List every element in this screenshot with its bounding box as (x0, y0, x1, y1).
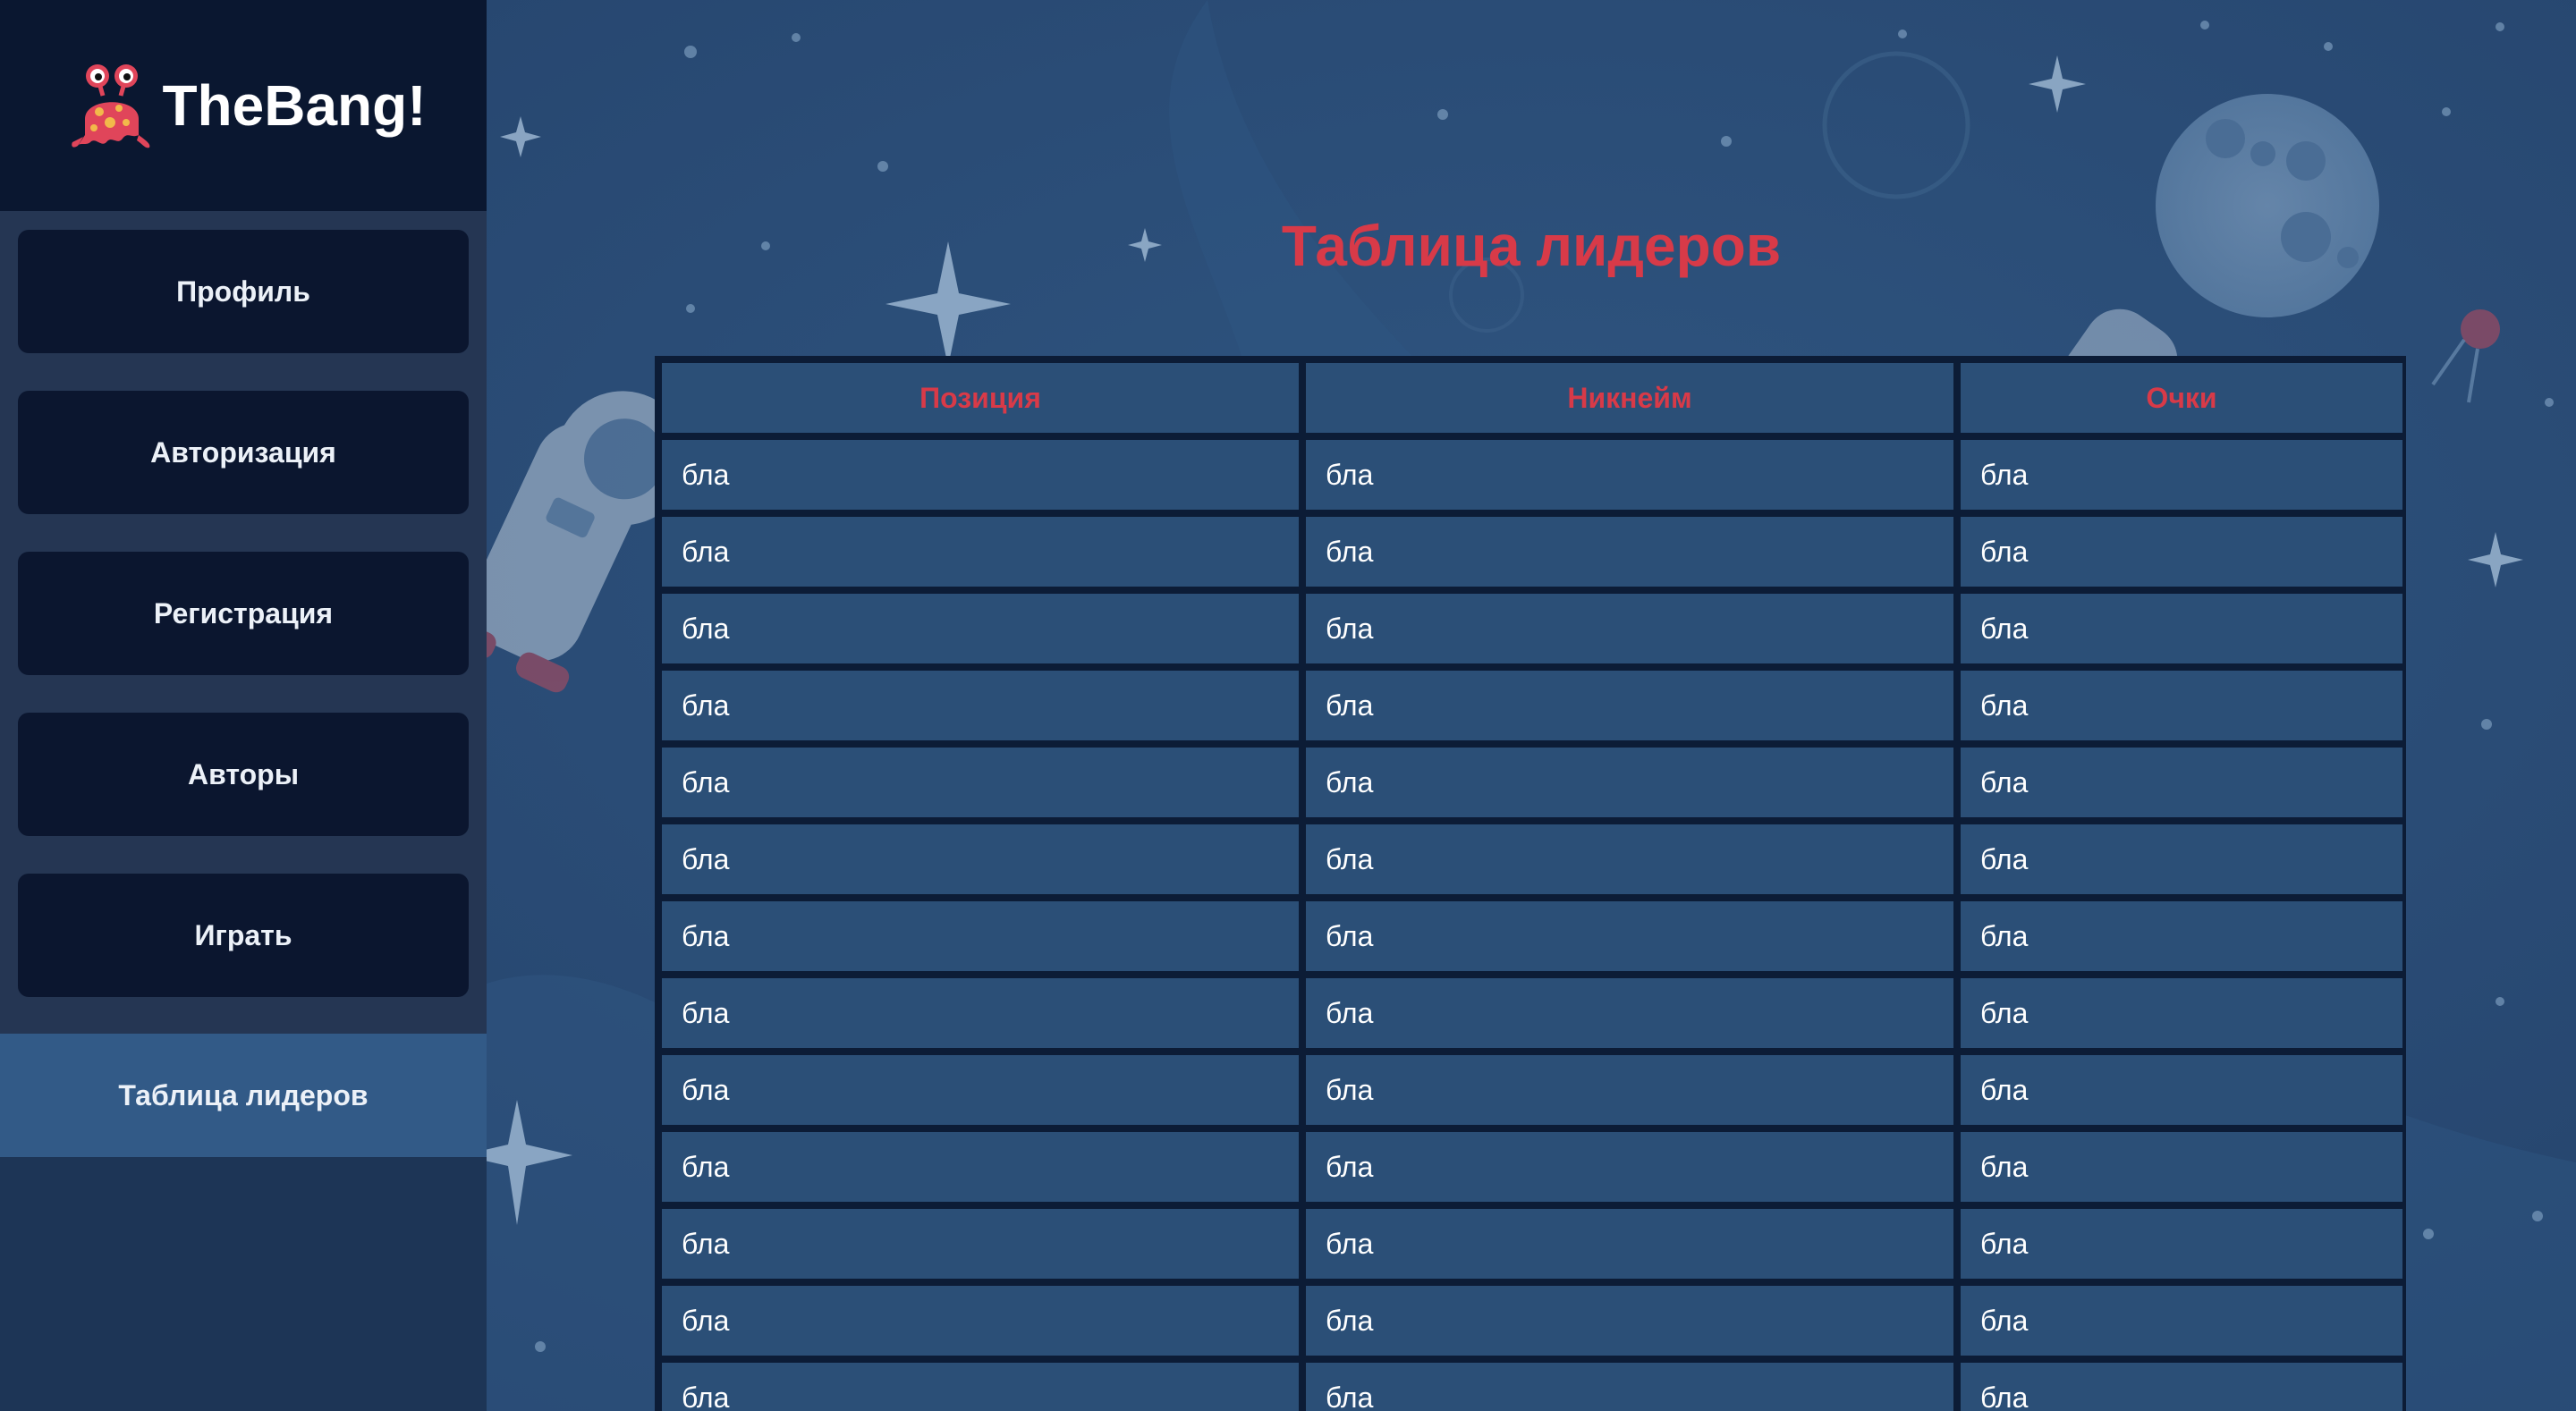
table-row: бла бла бла (662, 824, 2402, 894)
cell-score: бла (1961, 901, 2402, 971)
nav-login-label: Авторизация (150, 435, 336, 469)
cell-nickname: бла (1306, 1055, 1953, 1125)
cell-score: бла (1961, 594, 2402, 663)
alien-monster-icon (72, 64, 150, 148)
nav-profile-button[interactable]: Профиль (18, 230, 469, 353)
cell-score: бла (1961, 517, 2402, 587)
nav-profile-label: Профиль (176, 275, 310, 308)
nav-authors-button[interactable]: Авторы (18, 713, 469, 836)
app-name: TheBang! (162, 73, 427, 138)
nav-play-label: Играть (194, 918, 292, 951)
cell-position: бла (662, 517, 1299, 587)
cell-position: бла (662, 901, 1299, 971)
cell-score: бла (1961, 1132, 2402, 1202)
cell-position: бла (662, 978, 1299, 1048)
cell-score: бла (1961, 748, 2402, 817)
logo-bar: TheBang! (0, 0, 487, 211)
cell-score: бла (1961, 824, 2402, 894)
sidebar: TheBang! Профиль Авторизация Регистрация… (0, 0, 487, 1411)
cell-position: бла (662, 1132, 1299, 1202)
table-row: бла бла бла (662, 440, 2402, 510)
table-row: бла бла бла (662, 1132, 2402, 1202)
nav-authors-label: Авторы (187, 757, 300, 790)
cell-position: бла (662, 594, 1299, 663)
header-score: Очки (1961, 363, 2402, 433)
header-position: Позиция (662, 363, 1299, 433)
cell-score: бла (1961, 1209, 2402, 1279)
cell-nickname: бла (1306, 901, 1953, 971)
cell-position: бла (662, 1209, 1299, 1279)
table-header-row: Позиция Никнейм Очки (662, 363, 2402, 433)
cell-score: бла (1961, 978, 2402, 1048)
nav-register-label: Регистрация (153, 596, 334, 629)
table-row: бла бла бла (662, 1286, 2402, 1356)
nav-play-button[interactable]: Играть (18, 874, 469, 997)
nav-login-button[interactable]: Авторизация (18, 391, 469, 514)
table-row: бла бла бла (662, 1363, 2402, 1411)
cell-nickname: бла (1306, 1286, 1953, 1356)
cell-nickname: бла (1306, 748, 1953, 817)
table-row: бла бла бла (662, 671, 2402, 740)
cell-position: бла (662, 1363, 1299, 1411)
leaderboard-table: Позиция Никнейм Очки бла бла бла бла бла бла б… (655, 356, 2406, 1411)
nav-leaderboard-button[interactable]: Таблица лидеров (0, 1034, 487, 1157)
table-row: бла бла бла (662, 1055, 2402, 1125)
nav-register-button[interactable]: Регистрация (18, 552, 469, 675)
cell-nickname: бла (1306, 978, 1953, 1048)
table-row: бла бла бла (662, 594, 2402, 663)
table-row: бла бла бла (662, 517, 2402, 587)
cell-nickname: бла (1306, 671, 1953, 740)
cell-position: бла (662, 1055, 1299, 1125)
cell-score: бла (1961, 671, 2402, 740)
cell-position: бла (662, 440, 1299, 510)
cell-nickname: бла (1306, 440, 1953, 510)
cell-score: бла (1961, 1286, 2402, 1356)
header-nickname: Никнейм (1306, 363, 1953, 433)
table-row: бла бла бла (662, 748, 2402, 817)
cell-position: бла (662, 748, 1299, 817)
cell-score: бла (1961, 440, 2402, 510)
cell-score: бла (1961, 1055, 2402, 1125)
cell-position: бла (662, 824, 1299, 894)
cell-score: бла (1961, 1363, 2402, 1411)
page-title: Таблица лидеров (1281, 214, 1782, 278)
leaderboard-rows: бла бла бла бла бла бла бла бла бла бла бла бла бла б… (662, 440, 2402, 1411)
table-row: бла бла бла (662, 978, 2402, 1048)
leaderboard-table-container: Позиция Никнейм Очки бла бла бла бла бла бла б… (655, 356, 2406, 1411)
cell-nickname: бла (1306, 824, 1953, 894)
cell-nickname: бла (1306, 1363, 1953, 1411)
cell-nickname: бла (1306, 1209, 1953, 1279)
logo[interactable]: TheBang! (67, 56, 427, 155)
cell-position: бла (662, 671, 1299, 740)
cell-position: бла (662, 1286, 1299, 1356)
cell-nickname: бла (1306, 594, 1953, 663)
cell-nickname: бла (1306, 1132, 1953, 1202)
table-row: бла бла бла (662, 901, 2402, 971)
nav-leaderboard-label: Таблица лидеров (118, 1078, 369, 1111)
cell-nickname: бла (1306, 517, 1953, 587)
table-row: бла бла бла (662, 1209, 2402, 1279)
